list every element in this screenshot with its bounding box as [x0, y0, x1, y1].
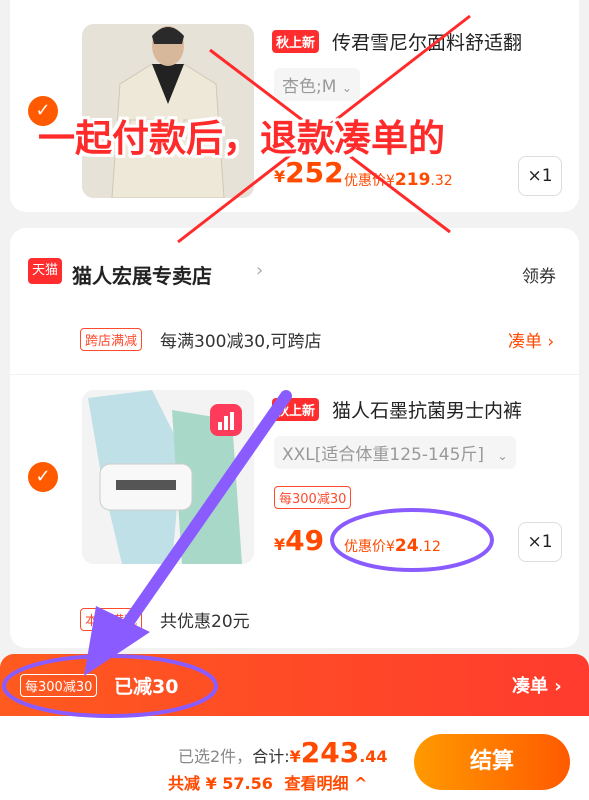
item-1-title[interactable]: 传君雪尼尔面料舒适翻: [332, 28, 572, 55]
item-2-price-symbol: ¥: [274, 535, 286, 554]
bundle-link[interactable]: 凑单 ›: [508, 327, 554, 352]
item-1-new-tag: 秋上新: [272, 30, 320, 53]
item-2-discount-label: 优惠价¥: [344, 539, 395, 555]
selected-count: 已选2件，: [178, 747, 253, 766]
total-int: 243: [300, 736, 360, 769]
divider: [10, 374, 579, 375]
item-2-title[interactable]: 猫人石墨抗菌男士内裤: [332, 396, 572, 423]
promo-bar-tag: 每300减30: [20, 674, 98, 697]
promo-bar[interactable]: 每300减30 已减30 凑单 ›: [0, 654, 589, 716]
item-1-discount-price: 优惠价¥219.32: [344, 170, 453, 190]
checkout-footer: 已选2件，合计:¥243.44 共减 ¥ 57.56 查看明细 ^ 结算: [0, 716, 589, 800]
promo-bar-text: 已减30: [114, 676, 179, 698]
total-line: 已选2件，合计:¥243.44: [178, 736, 388, 769]
cross-store-promo-text: 每满300减30,可跨店: [160, 332, 322, 352]
item-1-sku-select[interactable]: 杏色;M ⌄: [274, 68, 360, 101]
chevron-down-icon: ⌄: [341, 81, 352, 95]
item-2-price-value: 49: [285, 524, 325, 557]
item-2-checkbox[interactable]: ✓: [28, 462, 58, 492]
promo-bar-link[interactable]: 凑单 ›: [512, 672, 562, 698]
total-dec: .44: [359, 747, 388, 766]
store-card: 天猫 猫人宏展专卖店 › 领券 跨店满减 每满300减30,可跨店 凑单 › ✓…: [10, 228, 579, 648]
cart-item-card-1: ✓ 秋上新 传君雪尼尔面料舒适翻 杏色;M ⌄ 每 ¥252 优惠价¥219.3…: [10, 0, 579, 212]
item-2-discount-int: 24: [394, 536, 419, 556]
chevron-right-icon: ›: [256, 260, 264, 281]
item-2-price: ¥49: [274, 524, 324, 557]
view-details-link[interactable]: 查看明细 ^: [284, 774, 367, 793]
tmall-badge: 天猫: [28, 258, 62, 284]
total-label: 合计:: [252, 747, 290, 766]
item-2-quantity[interactable]: ×1: [518, 522, 562, 562]
coupon-button[interactable]: 领券: [522, 262, 556, 287]
checkout-label: 结算: [469, 749, 514, 774]
item-1-price-symbol: ¥: [274, 167, 286, 186]
overlay-headline: 一起付款后，退款凑单的: [38, 117, 445, 160]
item-1-discount-label: 优惠价¥: [344, 173, 395, 189]
store-name[interactable]: 猫人宏展专卖店: [72, 260, 212, 289]
item-2-image[interactable]: [82, 390, 254, 564]
checkout-button[interactable]: 结算: [414, 734, 570, 790]
chevron-down-icon: ⌄: [497, 449, 508, 463]
item-1-sku-text: 杏色;M: [282, 77, 337, 97]
savings-amount: 共减 ¥ 57.56: [168, 774, 273, 793]
item-2-promo-tag: 每300减30: [274, 486, 352, 509]
store-discount-tag: 本店满减: [80, 608, 143, 631]
total-symbol: ¥: [289, 747, 301, 766]
cross-store-promo-tag: 跨店满减: [80, 328, 143, 351]
item-1-discount-int: 219: [394, 170, 431, 190]
tmall-badge-text: 天猫: [31, 263, 58, 278]
savings-line[interactable]: 共减 ¥ 57.56 查看明细 ^: [168, 770, 367, 794]
item-2-discount-price: 优惠价¥24.12: [344, 536, 441, 556]
item-2-discount-dec: .12: [418, 539, 441, 555]
store-discount-text: 共优惠20元: [160, 612, 250, 632]
item-2-sku-text: XXL[适合体重125-145斤]: [282, 445, 485, 465]
item-2-new-tag: 秋上新: [272, 398, 320, 421]
item-1-quantity[interactable]: ×1: [518, 156, 562, 196]
item-2-sku-select[interactable]: XXL[适合体重125-145斤] ⌄: [274, 436, 516, 469]
item-1-discount-dec: .32: [430, 173, 453, 189]
